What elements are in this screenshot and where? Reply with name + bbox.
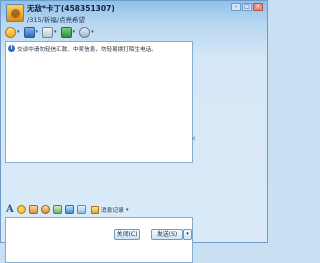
action-bar: 关闭(C) 发送(S) ▾ bbox=[1, 227, 267, 242]
contact-avatar[interactable] bbox=[6, 4, 24, 22]
chat-toolbar: ▾ ▾ ▾ ▾ ▾ bbox=[5, 25, 94, 39]
contact-name: 无敌*卡丁(458351307) bbox=[27, 4, 115, 13]
security-notice: i 交谈中请勿轻信汇款、中奖信息，勿轻易拨打陌生电话。 bbox=[8, 44, 190, 53]
close-window-button[interactable]: × bbox=[253, 3, 263, 11]
video-call-button[interactable]: ▾ bbox=[5, 26, 20, 39]
message-history-area[interactable]: i 交谈中请勿轻信汇款、中奖信息，勿轻易拨打陌生电话。 bbox=[5, 41, 193, 163]
chevron-down-icon: ▾ bbox=[125, 206, 129, 213]
chevron-down-icon[interactable]: ▾ bbox=[73, 29, 76, 35]
font-button[interactable]: A bbox=[6, 204, 14, 215]
message-history-button[interactable]: 消息记录 ▾ bbox=[90, 205, 129, 214]
send-file-button[interactable]: ▾ bbox=[42, 26, 57, 39]
more-options-icon[interactable] bbox=[76, 205, 86, 214]
window-shake-icon[interactable] bbox=[28, 205, 38, 214]
voice-call-button[interactable]: ▾ bbox=[23, 26, 39, 39]
app-settings-icon bbox=[79, 26, 91, 38]
info-icon: i bbox=[8, 45, 15, 52]
minimize-button[interactable]: - bbox=[231, 3, 241, 11]
send-image-icon[interactable] bbox=[52, 205, 62, 214]
emoji-icon[interactable] bbox=[16, 205, 26, 214]
format-toolbar: A 消息记录 ▾ bbox=[5, 203, 193, 216]
chat-window: 无敌*卡丁(458351307) /315/祈福/点亮希望 - □ × ▾ ▾ … bbox=[0, 0, 268, 263]
contact-signature: /315/祈福/点亮希望 bbox=[27, 16, 85, 24]
security-notice-text: 交谈中请勿轻信汇款、中奖信息，勿轻易拨打陌生电话。 bbox=[17, 46, 157, 53]
remote-assist-icon bbox=[60, 26, 72, 38]
history-icon bbox=[90, 205, 99, 214]
maximize-button[interactable]: □ bbox=[242, 3, 252, 11]
chevron-down-icon[interactable]: ▾ bbox=[91, 29, 94, 35]
send-options-button[interactable]: ▾ bbox=[183, 229, 192, 240]
app-settings-button[interactable]: ▾ bbox=[79, 26, 94, 39]
chevron-down-icon[interactable]: ▾ bbox=[17, 29, 20, 35]
remote-assist-button[interactable]: ▾ bbox=[60, 26, 76, 39]
collapse-side-panel-icon[interactable]: ‹ bbox=[192, 134, 196, 144]
screenshot-icon[interactable] bbox=[64, 205, 74, 214]
window-controls: - □ × bbox=[231, 3, 263, 11]
send-file-icon bbox=[42, 26, 54, 38]
chevron-down-icon[interactable]: ▾ bbox=[54, 29, 57, 35]
magic-emoticon-icon[interactable] bbox=[40, 205, 50, 214]
chevron-down-icon[interactable]: ▾ bbox=[36, 29, 39, 35]
send-button[interactable]: 发送(S) bbox=[151, 229, 183, 240]
conversation-panel: i 交谈中请勿轻信汇款、中奖信息，勿轻易拨打陌生电话。 A 消息记录 ▾ bbox=[5, 41, 193, 263]
voice-call-icon bbox=[23, 26, 35, 38]
close-button[interactable]: 关闭(C) bbox=[114, 229, 140, 240]
chat-header: 无敌*卡丁(458351307) /315/祈福/点亮希望 - □ × ▾ ▾ … bbox=[1, 1, 267, 41]
message-history-label: 消息记录 bbox=[100, 208, 124, 214]
video-call-icon bbox=[5, 26, 16, 38]
